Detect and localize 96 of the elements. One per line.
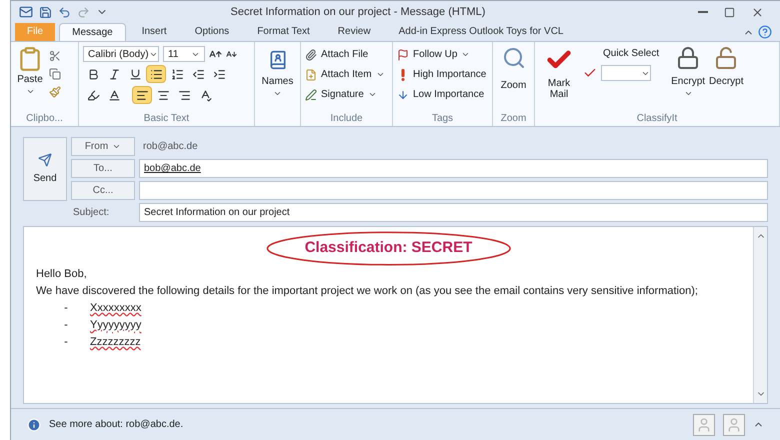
classification-text: Classification: SECRET (304, 239, 472, 256)
group-label: Include (329, 112, 364, 126)
ribbon-tab[interactable]: Insert (130, 23, 179, 41)
paperclip-icon (305, 48, 317, 60)
font-field[interactable]: Calibri (Body) (83, 46, 159, 62)
align-center-icon (156, 88, 170, 102)
close-icon (751, 6, 764, 18)
group-label: Tags (430, 112, 454, 126)
help-icon (758, 25, 772, 39)
save-icon (39, 6, 52, 18)
caret-icon (684, 89, 693, 98)
encrypt-button[interactable]: Encrypt (663, 46, 706, 98)
tag-button[interactable]: Low Importance (397, 86, 486, 103)
list-marker: - (63, 335, 69, 350)
align-left-button[interactable] (132, 86, 152, 104)
group-label: ClassifyIt (636, 112, 678, 126)
exclamation-icon (401, 68, 405, 80)
person-avatar (693, 414, 715, 436)
list-item-text: Zzzzzzzzz (90, 335, 141, 350)
caret-icon (461, 50, 470, 59)
group-label: Zoom (500, 112, 528, 126)
align-left-icon (136, 88, 148, 102)
maximize-icon (724, 6, 735, 18)
decrypt-button[interactable]: Decrypt (709, 46, 744, 89)
ribbon-tab[interactable]: Add-in Express Outlook Toys for VCL (386, 23, 576, 41)
ribbon-tab[interactable]: Review (326, 23, 383, 41)
subject-label: Subject: (72, 206, 110, 220)
info-icon (27, 418, 41, 432)
highlighter-icon (86, 88, 100, 102)
undo-icon (58, 6, 71, 18)
font-color-icon (108, 88, 120, 102)
cut-icon (49, 50, 61, 62)
address-button[interactable]: Cc... (71, 181, 135, 200)
spellcheck-icon (198, 88, 212, 102)
mark-mail-button[interactable]: Mark Mail (539, 46, 579, 100)
list-marker: - (63, 301, 69, 316)
redo-icon (77, 6, 90, 18)
tag-button[interactable]: Follow Up (397, 46, 486, 63)
subject-field[interactable]: Secret Information on our project (139, 203, 768, 222)
list-marker: - (63, 318, 69, 333)
address-field[interactable] (139, 181, 768, 200)
address-button[interactable]: To... (71, 159, 135, 178)
align-right-icon (178, 88, 190, 102)
unlock-icon (714, 46, 738, 70)
caret-icon (112, 142, 122, 151)
font-size-field[interactable]: 11 (163, 46, 205, 62)
greeting-text: Hello Bob, (36, 267, 88, 282)
ribbon-tab[interactable]: Format Text (245, 23, 322, 41)
address-button[interactable]: From (71, 137, 135, 156)
body-paragraph: We have discovered the following details for the important project we work on (as you see the email contains very sensitive information); (36, 284, 699, 299)
caret-icon (376, 70, 385, 79)
bold-icon (86, 68, 100, 80)
bullet-list-icon (150, 68, 162, 80)
group-label: Basic Text (142, 112, 190, 126)
include-button[interactable]: Attach File (305, 46, 385, 63)
bullets-button[interactable] (146, 65, 166, 83)
paste-button[interactable]: Paste (15, 46, 45, 96)
format-painter-icon (49, 86, 61, 98)
file-plus-icon (305, 68, 317, 80)
quick-select-label: Quick Select (602, 47, 660, 61)
ribbon-tab[interactable]: Message (59, 23, 126, 41)
people-pane-text: See more about: rob@abc.de. (49, 418, 184, 432)
italic-icon (108, 68, 120, 80)
caret-icon (26, 87, 34, 96)
include-button[interactable]: Signature (305, 86, 385, 103)
pen-icon (305, 88, 317, 100)
list-item-text: Yyyyyyyyy (90, 318, 142, 333)
address-field[interactable]: bob@abc.de (139, 159, 768, 178)
send-button[interactable]: Send (23, 137, 67, 201)
underline-icon (128, 68, 142, 80)
numbered-list-icon (170, 68, 184, 80)
include-button[interactable]: Attach Item (305, 66, 385, 83)
tag-button[interactable]: High Importance (397, 66, 486, 83)
ribbon-tab[interactable]: Options (182, 23, 242, 41)
address-book-icon (268, 50, 288, 70)
flag-icon (397, 48, 409, 60)
scrollbar[interactable] (753, 227, 767, 403)
list-item-text: Xxxxxxxxx (90, 301, 142, 316)
names-button[interactable]: Names (259, 46, 296, 98)
caret-icon (273, 89, 282, 98)
quick-select-field[interactable] (601, 65, 651, 81)
copy-icon (49, 68, 61, 80)
group-label: Clipbo... (25, 112, 64, 126)
envelope-icon (19, 5, 33, 19)
arrow-down-icon (397, 88, 409, 100)
lock-icon (676, 46, 700, 70)
outdent-icon (192, 68, 204, 80)
from-address: rob@abc.de (142, 140, 199, 154)
person-avatar (723, 414, 745, 436)
indent-icon (212, 68, 226, 80)
caret-icon (368, 90, 377, 99)
zoom-button[interactable]: Zoom (497, 46, 530, 93)
magnifier-icon (502, 46, 526, 70)
window-title: Secret Information on our project - Message (HTML) (230, 4, 486, 20)
shrink-font-icon (226, 48, 237, 60)
send-icon (38, 152, 52, 166)
